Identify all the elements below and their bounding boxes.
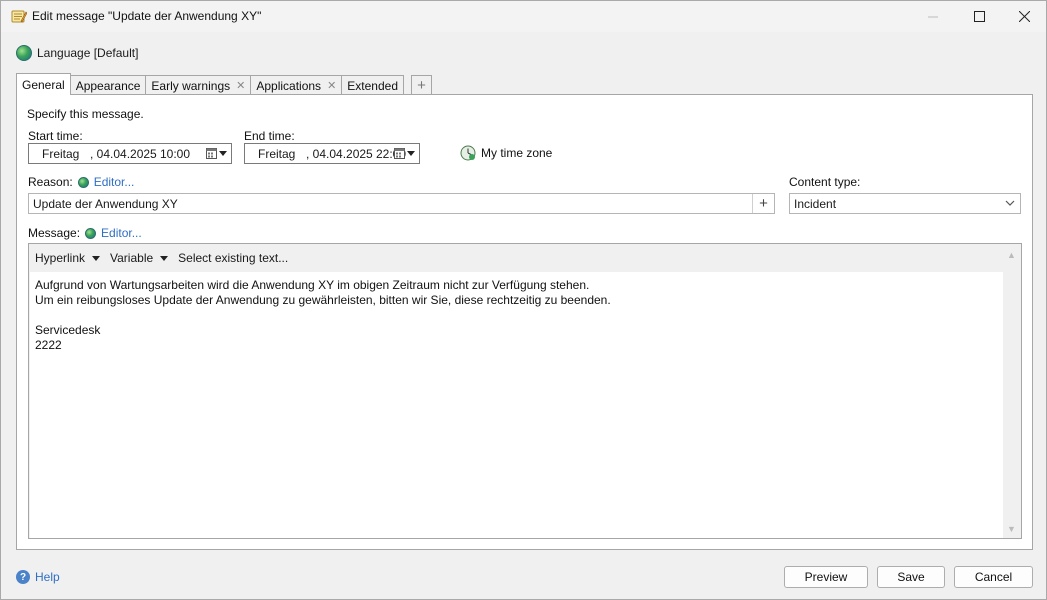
preview-button[interactable]: Preview (784, 566, 868, 588)
reason-editor-link[interactable]: Editor... (94, 175, 135, 189)
tab-applications[interactable]: Applications ✕ (250, 75, 343, 95)
scroll-up-icon[interactable]: ▲ (1007, 250, 1016, 260)
tab-early-warnings[interactable]: Early warnings ✕ (145, 75, 252, 95)
my-time-zone-button[interactable]: My time zone (460, 145, 552, 161)
chevron-down-icon (219, 150, 227, 156)
plus-icon: + (759, 195, 768, 212)
tab-appearance[interactable]: Appearance (69, 75, 147, 95)
message-editor: Hyperlink Variable Select existing text.… (28, 243, 1022, 539)
globe-icon (16, 45, 32, 61)
calendar-icon (206, 148, 217, 159)
tab-extended[interactable]: Extended (341, 75, 404, 95)
calendar-dropdown[interactable] (206, 147, 227, 159)
calendar-icon (394, 148, 405, 159)
globe-icon (77, 176, 89, 188)
message-label: Message: (28, 226, 81, 240)
scroll-down-icon[interactable]: ▼ (1007, 524, 1016, 534)
close-button[interactable] (1001, 1, 1047, 32)
add-reason-button[interactable]: + (752, 194, 774, 213)
close-icon (1018, 11, 1030, 22)
minimize-icon (927, 16, 938, 18)
plus-icon: + (417, 77, 426, 94)
calendar-dropdown[interactable] (394, 147, 415, 159)
minimize-button[interactable] (910, 1, 956, 32)
content-type-label: Content type: (789, 175, 861, 189)
close-tab-icon[interactable]: ✕ (327, 79, 336, 92)
select-existing-text-button[interactable]: Select existing text... (178, 251, 288, 265)
start-time-picker[interactable]: Freitag , 04.04.2025 10:00 (28, 143, 232, 164)
title-bar: Edit message "Update der Anwendung XY" (1, 1, 1046, 32)
tab-general[interactable]: General (16, 73, 71, 95)
maximize-icon (973, 11, 985, 22)
window-title: Edit message "Update der Anwendung XY" (32, 9, 262, 23)
chevron-down-icon (1005, 200, 1015, 206)
message-scrollbar[interactable]: ▲ ▼ (1003, 244, 1021, 538)
general-panel: Specify this message. Start time: Freita… (16, 94, 1033, 550)
chevron-down-icon (92, 255, 101, 261)
end-time-picker[interactable]: Freitag , 04.04.2025 22:00 (244, 143, 420, 164)
chevron-down-icon (407, 150, 415, 156)
hyperlink-dropdown[interactable]: Hyperlink (35, 251, 101, 265)
maximize-button[interactable] (956, 1, 1002, 32)
save-button[interactable]: Save (877, 566, 945, 588)
help-link[interactable]: ? Help (16, 570, 60, 584)
cancel-button[interactable]: Cancel (954, 566, 1033, 588)
close-tab-icon[interactable]: ✕ (236, 79, 245, 92)
language-selector[interactable]: Language [Default] (16, 44, 138, 62)
message-toolbar: Hyperlink Variable Select existing text.… (29, 244, 1021, 272)
globe-icon (85, 227, 97, 239)
variable-dropdown[interactable]: Variable (110, 251, 169, 265)
chevron-down-icon (160, 255, 169, 261)
reason-input[interactable]: Update der Anwendung XY + (28, 193, 775, 214)
add-tab-button[interactable]: + (411, 75, 432, 95)
end-time-label: End time: (244, 129, 295, 143)
edit-message-window: Edit message "Update der Anwendung XY" L… (0, 0, 1047, 600)
intro-text: Specify this message. (27, 107, 144, 121)
message-edit-icon (11, 10, 27, 23)
help-icon: ? (16, 570, 30, 584)
tab-strip: General Appearance Early warnings ✕ Appli… (16, 73, 432, 95)
message-editor-link[interactable]: Editor... (101, 226, 142, 240)
language-label: Language [Default] (37, 46, 139, 60)
content-type-select[interactable]: Incident (789, 193, 1021, 214)
message-textarea[interactable]: Aufgrund von Wartungsarbeiten wird die A… (30, 272, 1003, 538)
start-time-label: Start time: (28, 129, 83, 143)
reason-label: Reason: (28, 175, 73, 189)
clock-icon (460, 145, 476, 161)
